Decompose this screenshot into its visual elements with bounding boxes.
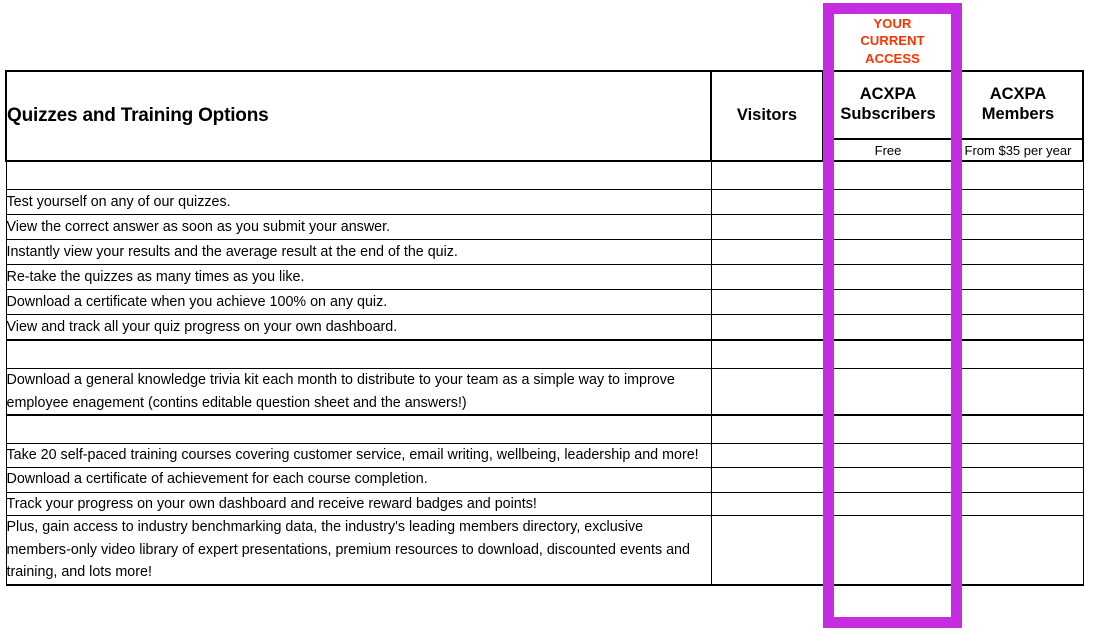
availability-cell-members [952,491,1084,517]
feature-row: Plus, gain access to industry benchmarki… [5,515,1084,587]
availability-cell-subscribers [822,466,954,493]
section-spacer-visitors [710,160,824,190]
feature-label: Track your progress on your own dashboar… [5,491,712,517]
availability-cell-members [952,314,1084,341]
section-spacer-subscribers [822,339,954,369]
table-header-row: Quizzes and Training Options Visitors ACXP… [5,70,1084,162]
column-header-line1: ACXPA [989,85,1047,104]
availability-cell-visitors [710,239,824,265]
availability-cell-members [952,189,1084,215]
availability-cell-members [952,214,1084,240]
feature-row: View the correct answer as soon as you s… [5,214,1084,240]
availability-cell-subscribers [822,443,954,468]
column-header-visitors: Visitors [710,70,824,162]
availability-cell-visitors [710,443,824,468]
availability-cell-subscribers [822,314,954,341]
comparison-table-page: Quizzes and Training Options Visitors ACXP… [0,0,1094,633]
availability-cell-visitors [710,289,824,315]
availability-cell-visitors [710,368,824,417]
feature-row: Take 20 self-paced training courses cove… [5,443,1084,468]
availability-cell-subscribers [822,289,954,315]
availability-cell-subscribers [822,214,954,240]
section-title: Self-Paced Training Courses [5,414,712,445]
feature-label: Download a certificate when you achieve … [5,289,712,315]
section-spacer-subscribers [822,160,954,190]
feature-row: Instantly view your results and the aver… [5,239,1084,265]
availability-cell-subscribers [822,515,954,587]
column-price-members: From $35 per year [952,138,1084,162]
badge-line-3: ACCESS [865,50,920,66]
page-title: Quizzes and Training Options [5,70,712,162]
availability-cell-subscribers [822,189,954,215]
feature-comparison-table: Quizzes and Training Options Visitors ACXP… [5,70,1084,587]
availability-cell-members [952,515,1084,587]
feature-label: View the correct answer as soon as you s… [5,214,712,240]
column-header-subscribers: ACXPA Subscribers [822,70,954,140]
section-spacer-visitors [710,414,824,445]
availability-cell-visitors [710,491,824,517]
section-header-row: Industry Trivia Quizzes [5,160,1084,190]
availability-cell-subscribers [822,491,954,517]
column-header-line1: Visitors [736,106,798,125]
current-access-badge: YOUR CURRENT ACCESS [834,14,951,68]
availability-cell-members [952,443,1084,468]
availability-cell-members [952,466,1084,493]
availability-cell-subscribers [822,368,954,417]
section-header-row: General Knowledge Trivia Quiz [5,339,1084,369]
badge-line-1: YOUR [873,15,912,31]
feature-row: Download a certificate when you achieve … [5,289,1084,315]
column-header-members: ACXPA Members [952,70,1084,140]
feature-label: Test yourself on any of our quizzes. [5,189,712,215]
availability-cell-visitors [710,466,824,493]
section-spacer-members [952,339,1084,369]
column-header-line2: Members [981,105,1055,123]
section-spacer-subscribers [822,414,954,445]
availability-cell-visitors [710,189,824,215]
availability-cell-members [952,264,1084,290]
feature-label: Download a general knowledge trivia kit … [5,368,712,417]
feature-label: Re-take the quizzes as many times as you… [5,264,712,290]
section-spacer-visitors [710,339,824,369]
availability-cell-members [952,368,1084,417]
feature-row: Download a certificate of achievement fo… [5,466,1084,493]
availability-cell-visitors [710,515,824,587]
feature-row: Download a general knowledge trivia kit … [5,368,1084,417]
feature-row: Re-take the quizzes as many times as you… [5,264,1084,290]
section-spacer-members [952,160,1084,190]
feature-label: Take 20 self-paced training courses cove… [5,443,712,468]
column-price-subscribers: Free [822,138,954,162]
feature-row: Test yourself on any of our quizzes. [5,189,1084,215]
section-title: Industry Trivia Quizzes [5,160,712,190]
feature-row: View and track all your quiz progress on… [5,314,1084,341]
feature-row: Track your progress on your own dashboar… [5,491,1084,517]
availability-cell-visitors [710,264,824,290]
column-header-line2: Subscribers [840,105,936,123]
availability-cell-subscribers [822,239,954,265]
availability-cell-visitors [710,314,824,341]
section-spacer-members [952,414,1084,445]
availability-cell-subscribers [822,264,954,290]
badge-line-2: CURRENT [860,33,925,49]
feature-label: Download a certificate of achievement fo… [5,466,712,493]
section-header-row: Self-Paced Training Courses [5,414,1084,445]
availability-cell-members [952,289,1084,315]
feature-label: View and track all your quiz progress on… [5,314,712,341]
availability-cell-visitors [710,214,824,240]
feature-label: Plus, gain access to industry benchmarki… [5,515,712,587]
section-title: General Knowledge Trivia Quiz [5,339,712,369]
availability-cell-members [952,239,1084,265]
feature-label: Instantly view your results and the aver… [5,239,712,265]
column-header-line1: ACXPA [859,85,917,104]
